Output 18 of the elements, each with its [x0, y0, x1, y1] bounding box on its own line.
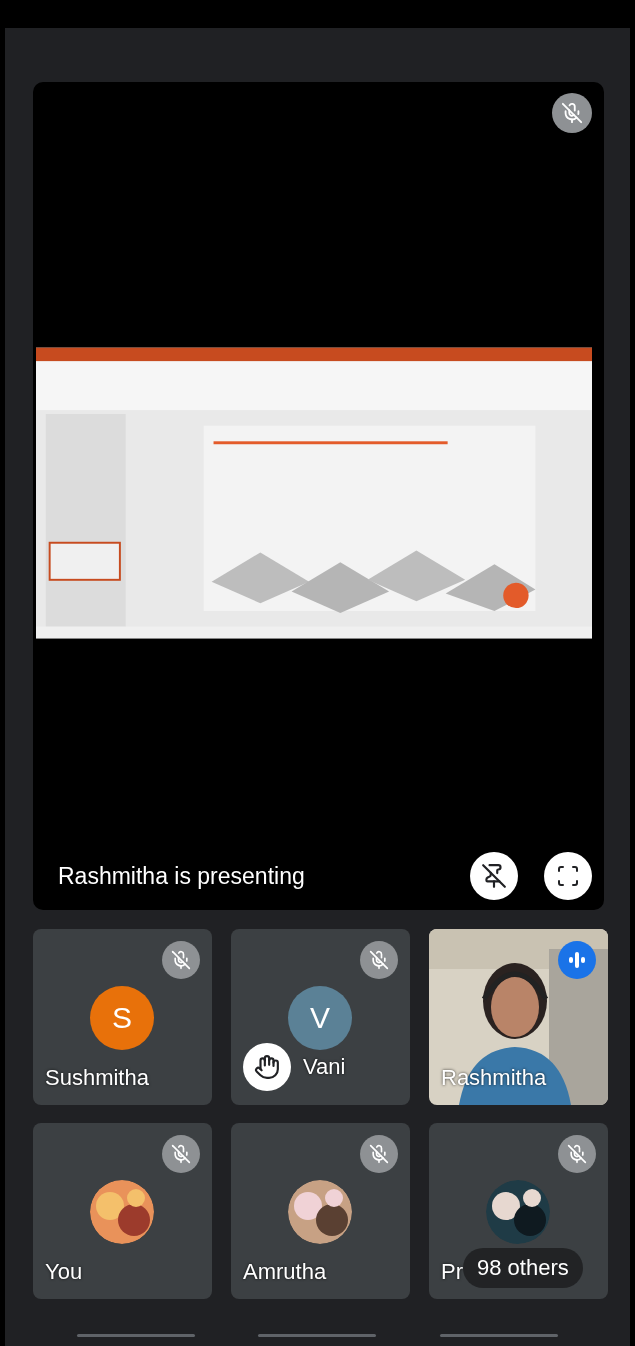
participant-tile[interactable]: V Vani	[231, 929, 410, 1105]
participant-tile[interactable]: Amrutha	[231, 1123, 410, 1299]
fullscreen-button[interactable]	[544, 852, 592, 900]
presenter-caption: Rashmitha is presenting	[58, 862, 306, 890]
participant-tile[interactable]: You	[33, 1123, 212, 1299]
avatar: V	[288, 986, 352, 1050]
participant-name: Vani	[303, 1054, 346, 1080]
avatar: S	[90, 986, 154, 1050]
participant-name: Sushmitha	[45, 1065, 149, 1091]
pin-off-icon	[481, 863, 507, 889]
participant-name: You	[45, 1259, 83, 1285]
unpin-button[interactable]	[470, 852, 518, 900]
participant-tile[interactable]: S Sushmitha	[33, 929, 212, 1105]
participant-name: Amrutha	[243, 1259, 327, 1285]
fullscreen-icon	[556, 864, 580, 888]
participant-tile[interactable]: Pr 98 others	[429, 1123, 608, 1299]
participant-name: Pr	[441, 1259, 463, 1285]
others-count[interactable]: 98 others	[463, 1248, 583, 1288]
